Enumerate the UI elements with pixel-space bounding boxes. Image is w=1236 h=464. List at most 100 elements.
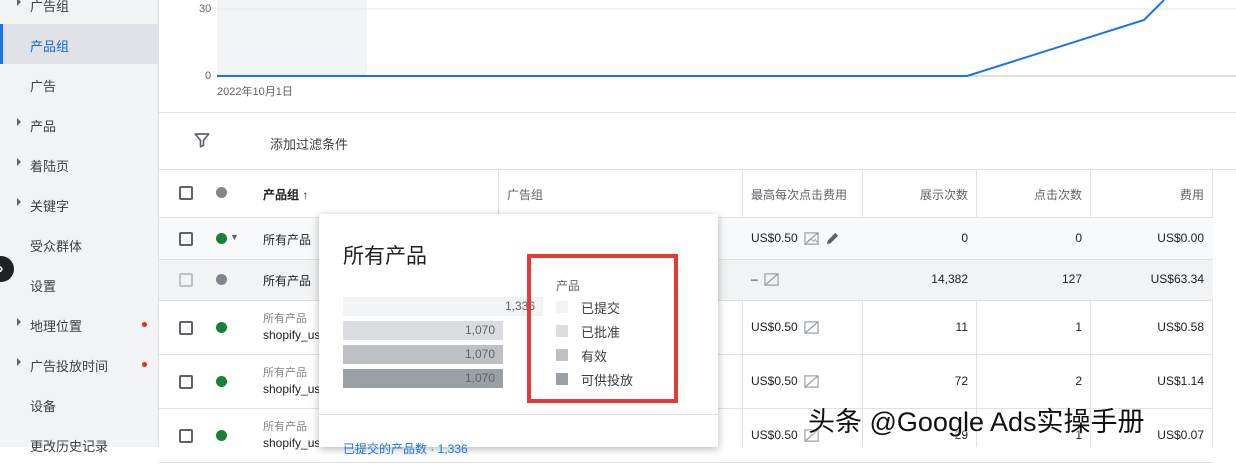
select-all-checkbox[interactable] [179, 186, 193, 200]
parent-group-label: 所有产品 [263, 313, 307, 325]
product-group-name[interactable]: shopify_us [263, 382, 320, 396]
product-group-name: 所有产品 [263, 274, 312, 288]
status-dot-enabled[interactable] [216, 376, 227, 387]
legend-label: 已批准 [581, 325, 621, 340]
max-cpc-value[interactable]: US$0.50 [751, 320, 819, 335]
expand-arrow-icon [17, 158, 21, 166]
product-count-bar: 1,070 [343, 321, 503, 340]
status-dot-enabled[interactable] [216, 233, 227, 244]
header-max-cpc[interactable]: 最高每次点击费用 [751, 186, 861, 203]
row-checkbox[interactable] [179, 375, 193, 389]
sidebar-item-products[interactable]: 产品 [0, 104, 158, 144]
status-dot-enabled[interactable] [216, 322, 227, 333]
chart-canvas [217, 0, 1236, 77]
product-count-bar: 1,070 [343, 345, 503, 364]
max-cpc-value[interactable]: US$0.50 [751, 231, 840, 246]
sidebar-item-change-history[interactable]: 更改历史记录 [0, 424, 158, 464]
expand-arrow-icon [17, 318, 21, 326]
sidebar-item-settings[interactable]: 设置 [0, 264, 158, 304]
y-tick-label: 0 [205, 70, 212, 82]
cost-value: US$63.34 [1150, 272, 1204, 286]
add-filter-button[interactable]: 添加过滤条件 [270, 134, 348, 153]
impressions-value: 0 [961, 231, 968, 245]
x-tick-label: 2022年10月1日 [217, 86, 293, 98]
popup-title: 所有产品 [343, 245, 427, 268]
product-count-bar: 1,070 [343, 369, 503, 388]
sidebar-item-devices[interactable]: 设备 [0, 384, 158, 424]
highlight-box: 产品 已提交 已批准 有效 可供投放 [527, 254, 678, 403]
impressions-value: 11 [955, 320, 968, 334]
status-dot-enabled[interactable] [216, 430, 227, 441]
cost-value: US$1.14 [1157, 374, 1204, 388]
expand-arrow-icon [17, 358, 21, 366]
header-impressions[interactable]: 展示次数 [863, 186, 968, 203]
row-checkbox[interactable] [179, 429, 193, 443]
sidebar-item-product-groups[interactable]: 产品组 [0, 24, 158, 64]
product-status-popup: 所有产品 1,336 1,070 1,070 1,070 产品 已提交 已批准 有效 … [319, 214, 718, 456]
bar-value-label: 1,070 [464, 371, 495, 385]
legend-swatch [556, 325, 568, 337]
header-cost[interactable]: 费用 [1091, 186, 1204, 203]
pencil-icon [827, 233, 839, 245]
column-divider [498, 169, 499, 217]
sidebar-item-label: 更改历史记录 [30, 439, 109, 454]
sidebar-item-locations[interactable]: 地理位置 [0, 304, 158, 344]
legend-label: 有效 [581, 349, 608, 364]
active-indicator [0, 24, 3, 64]
sidebar-item-label: 广告 [30, 79, 57, 94]
popup-divider [319, 414, 718, 415]
legend-swatch [556, 373, 568, 385]
alert-dot [142, 322, 147, 327]
product-group-name[interactable]: shopify_us [263, 436, 320, 450]
clicks-value: 0 [1075, 231, 1082, 245]
product-group-name[interactable]: 所有产品 [263, 231, 311, 248]
status-header-dot [216, 187, 227, 198]
filter-icon[interactable] [193, 131, 211, 149]
legend-swatch [556, 301, 568, 313]
clicks-value: 1 [1075, 320, 1082, 334]
header-product-group[interactable]: 产品组 ↑ [263, 186, 308, 203]
row-checkbox [179, 273, 193, 287]
row-checkbox[interactable] [179, 232, 193, 246]
sidebar-item-ad-schedule[interactable]: 广告投放时间 [0, 344, 158, 384]
header-ad-group[interactable]: 广告组 [507, 186, 543, 203]
expand-arrow-icon [17, 0, 21, 6]
clicks-value: 127 [1061, 272, 1082, 286]
status-dot-neutral [216, 274, 227, 285]
parent-group-label: 所有产品 [263, 421, 307, 433]
sidebar: 广告组 产品组 广告 产品 着陆页 关键字 受众群体 设置 地理位置 广告投放时… [0, 0, 159, 454]
cost-value: US$0.00 [1157, 231, 1204, 245]
product-group-name[interactable]: shopify_us [263, 328, 320, 342]
submitted-products-link[interactable]: 已提交的产品数 · 1,336 [343, 440, 468, 457]
max-cpc-value: – [751, 272, 779, 287]
sidebar-item-label: 关键字 [30, 199, 70, 214]
y-tick-label: 30 [199, 3, 212, 15]
expand-arrow-icon [17, 198, 21, 206]
sidebar-item-label: 广告投放时间 [30, 359, 109, 374]
arrow-up-icon: ↑ [302, 188, 309, 202]
sidebar-item-keywords[interactable]: 关键字 [0, 184, 158, 224]
legend-title: 产品 [556, 279, 581, 293]
sidebar-item-label: 设置 [30, 279, 57, 294]
parent-group-label: 所有产品 [263, 367, 307, 379]
alert-dot [142, 362, 147, 367]
sidebar-item-landing-pages[interactable]: 着陆页 [0, 144, 158, 184]
sidebar-item-label: 广告组 [30, 0, 70, 14]
sidebar-item-label: 地理位置 [30, 319, 83, 334]
expand-arrow-icon [17, 118, 21, 126]
image-off-icon [804, 321, 819, 335]
sidebar-item-ads[interactable]: 广告 [0, 64, 158, 104]
performance-chart: 30 0 2022年10月1日 [159, 0, 1236, 112]
sidebar-item-ad-groups[interactable]: 广告组 [0, 0, 158, 24]
impressions-value: 14,382 [931, 272, 968, 286]
chevron-down-icon[interactable]: ▼ [230, 232, 239, 242]
sidebar-item-audiences[interactable]: 受众群体 [0, 224, 158, 264]
product-count-bar: 1,336 [343, 297, 543, 316]
chart-highlight-region [217, 0, 367, 76]
cost-value: US$0.58 [1157, 320, 1204, 334]
row-checkbox[interactable] [179, 321, 193, 335]
header-clicks[interactable]: 点击次数 [977, 186, 1082, 203]
legend-swatch [556, 349, 568, 361]
max-cpc-value[interactable]: US$0.50 [751, 374, 819, 389]
sidebar-item-label: 受众群体 [30, 239, 83, 254]
